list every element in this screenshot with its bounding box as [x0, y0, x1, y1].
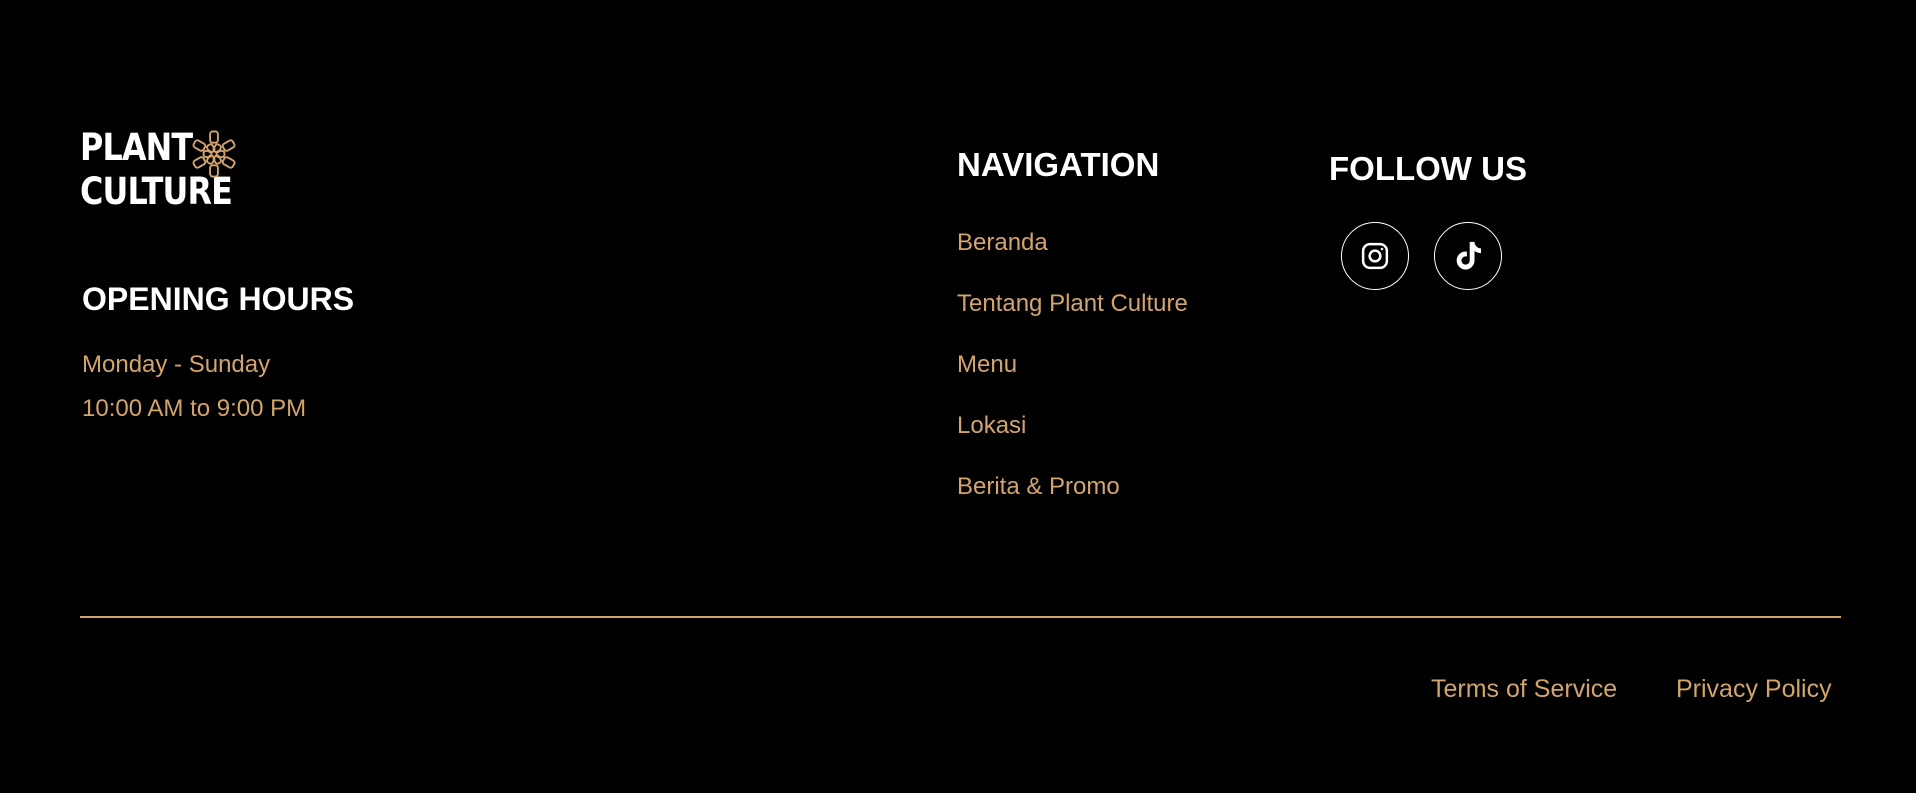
follow-us-title: FOLLOW US: [1329, 150, 1527, 187]
tiktok-icon: [1456, 241, 1482, 270]
nav-link-lokasi[interactable]: Lokasi: [957, 409, 1188, 470]
tiktok-link[interactable]: [1434, 222, 1502, 290]
nav-link-menu[interactable]: Menu: [957, 348, 1188, 409]
opening-hours-days: Monday - Sunday: [82, 351, 271, 378]
instagram-link[interactable]: [1341, 222, 1409, 290]
nav-link-tentang[interactable]: Tentang Plant Culture: [957, 287, 1188, 348]
nav-link-beranda[interactable]: Beranda: [957, 226, 1188, 287]
instagram-icon: [1361, 242, 1389, 270]
nav-link-berita-promo[interactable]: Berita & Promo: [957, 470, 1188, 531]
navigation-list: Beranda Tentang Plant Culture Menu Lokas…: [957, 226, 1188, 531]
terms-of-service-link[interactable]: Terms of Service: [1431, 675, 1617, 704]
footer-divider: [80, 616, 1841, 618]
privacy-policy-link[interactable]: Privacy Policy: [1676, 675, 1832, 704]
navigation-title: NAVIGATION: [957, 146, 1160, 183]
flower-mandala-icon: [192, 130, 236, 178]
opening-hours-time: 10:00 AM to 9:00 PM: [82, 395, 307, 422]
opening-hours-title: OPENING HOURS: [82, 281, 355, 317]
brand-logo[interactable]: PLANT CULTURE: [80, 126, 257, 214]
